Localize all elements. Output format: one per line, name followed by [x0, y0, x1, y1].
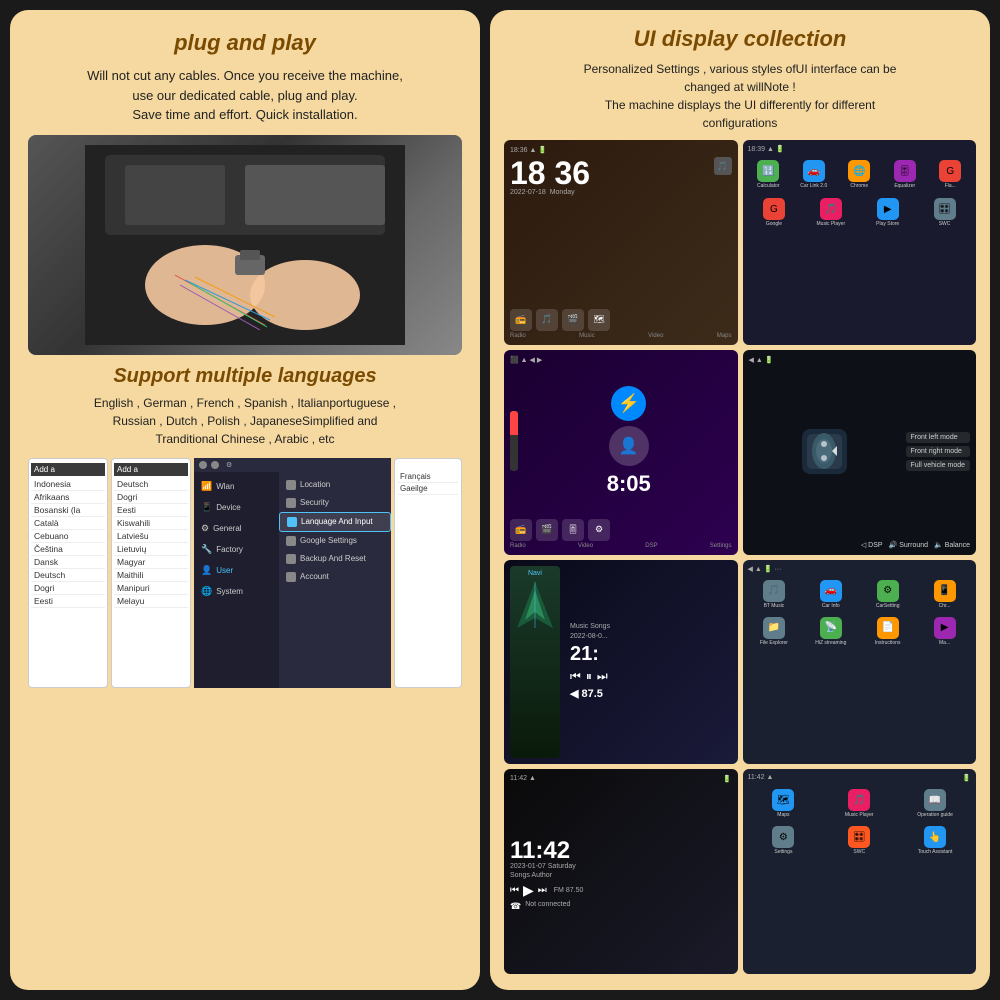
left-panel: plug and play Will not cut any cables. O… — [10, 10, 480, 990]
right-panel: UI display collection Personalized Setti… — [490, 10, 990, 990]
menu-google[interactable]: Google Settings — [279, 532, 391, 550]
settings-mockup: Add a Indonesia Afrikaans Bosanski (la C… — [28, 458, 462, 688]
lang-list-1: Add a Indonesia Afrikaans Bosanski (la C… — [28, 458, 108, 688]
menu-wlan[interactable]: 📶 Wlan — [194, 476, 279, 497]
lang-list-3: Français Gaeilge — [394, 458, 462, 688]
ui-display-desc: Personalized Settings , various styles o… — [504, 60, 976, 132]
menu-factory[interactable]: 🔧 Factory — [194, 539, 279, 560]
install-image — [28, 135, 462, 355]
settings-left-menu: 📶 Wlan 📱 Device ⚙ General 🔧 — [194, 472, 279, 688]
menu-account[interactable]: Account — [279, 568, 391, 586]
ui-display-title: UI display collection — [504, 26, 976, 52]
lang-text: English , German , French , Spanish , It… — [28, 394, 462, 448]
menu-device[interactable]: 📱 Device — [194, 497, 279, 518]
menu-language-input[interactable]: Lanquage And Input — [279, 512, 391, 532]
languages-section: Support multiple languages English , Ger… — [28, 365, 462, 448]
ui-clock2-screen: 11:42 ▲ 🔋 11:42 2023-01-07 Saturday Song… — [504, 769, 738, 974]
menu-system[interactable]: 🌐 System — [194, 581, 279, 602]
ui-bluetooth-screen: ⬛ ▲ ◀ ▶ ⚡ 👤 8:05 📻 🎬 — [504, 350, 738, 555]
menu-backup[interactable]: Backup And Reset — [279, 550, 391, 568]
ui-appgrid-screen: 18:39 ▲ 🔋 🔢Calculator 🚗Car Link 2.0 🌐Chr… — [743, 140, 977, 345]
plug-title: plug and play — [28, 30, 462, 56]
settings-panel: ⚙ 📶 Wlan 📱 Device ⚙ — [194, 458, 391, 688]
menu-general[interactable]: ⚙ General — [194, 518, 279, 539]
lang-title: Support multiple languages — [28, 365, 462, 388]
ui-appgrid2-screen: ◀ ▲ 🔋 ··· 🎵BT Music 🚗Car Info ⚙CarSettin… — [743, 560, 977, 765]
settings-right-menu: Location Security Lanquage And Input — [279, 472, 391, 688]
ui-music-screen: Navi Music Songs 2022-08-0... 21: ⏮⏸⏭ ◀ … — [504, 560, 738, 765]
ui-appgrid3-screen: 11:42 ▲ 🔋 🗺Maps 🎵Music Player 📖Operation… — [743, 769, 977, 974]
ui-grid: 18:36 ▲ 🔋 18 36 2022-07-18 Monday 🎵 📻 🎵 … — [504, 140, 976, 974]
menu-user[interactable]: 👤 User — [194, 560, 279, 581]
plug-desc: Will not cut any cables. Once you receiv… — [28, 66, 462, 125]
menu-location[interactable]: Location — [279, 476, 391, 494]
lang-list-2: Add a Deutsch Dogri Eesti Kiswahili Latv… — [111, 458, 191, 688]
ui-dsp-screen: ◀ ▲ 🔋 — [743, 350, 977, 555]
menu-security[interactable]: Security — [279, 494, 391, 512]
ui-clock-screen: 18:36 ▲ 🔋 18 36 2022-07-18 Monday 🎵 📻 🎵 … — [504, 140, 738, 345]
